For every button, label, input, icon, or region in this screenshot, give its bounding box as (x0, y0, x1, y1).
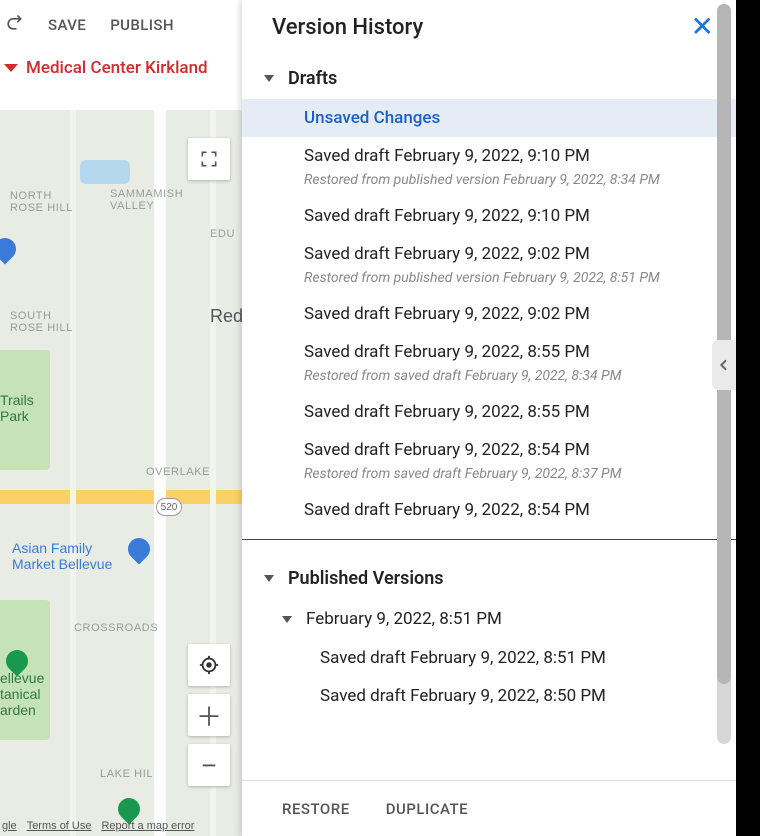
map-poi: ellevue tanical arden (0, 670, 44, 718)
editor-toolbar: SAVE PUBLISH (0, 0, 230, 50)
draft-entry[interactable]: Saved draft February 9, 2022, 9:10 PMRes… (242, 137, 736, 197)
draft-entry[interactable]: Saved draft February 9, 2022, 8:54 PM (242, 491, 736, 529)
restore-button[interactable]: RESTORE (282, 800, 350, 818)
map-label: SAMMAMISH VALLEY (110, 188, 183, 212)
draft-entry[interactable]: Saved draft February 9, 2022, 9:02 PMRes… (242, 235, 736, 295)
map-label: EDU (210, 228, 235, 240)
draft-entry[interactable]: Saved draft February 9, 2022, 8:54 PMRes… (242, 431, 736, 491)
map-label: CROSSROADS (74, 622, 158, 634)
draft-entry[interactable]: Saved draft February 9, 2022, 9:10 PM (242, 197, 736, 235)
section-title: Published Versions (288, 568, 444, 589)
draft-note: Restored from published version February… (304, 172, 736, 188)
map-label: LAKE HIL (100, 768, 153, 780)
section-title: Drafts (288, 68, 337, 89)
draft-note: Restored from saved draft February 9, 20… (304, 368, 736, 384)
draft-entry[interactable]: Saved draft February 9, 2022, 8:55 PM (242, 393, 736, 431)
published-children-list: Saved draft February 9, 2022, 8:51 PMSav… (242, 639, 736, 715)
attrib-link[interactable]: Terms of Use (27, 820, 92, 832)
section-drafts-header[interactable]: Drafts (242, 58, 736, 99)
panel-header: Version History ✕ (242, 0, 736, 54)
window-edge (736, 0, 760, 836)
fullscreen-icon[interactable] (188, 138, 230, 180)
close-icon[interactable]: ✕ (691, 13, 714, 41)
breadcrumb-title: Medical Center Kirkland (26, 58, 208, 78)
map-canvas[interactable]: NORTH ROSE HILL SAMMAMISH VALLEY EDU SOU… (0, 110, 242, 836)
published-child-entry[interactable]: Saved draft February 9, 2022, 8:51 PM (242, 639, 736, 677)
collapse-panel-icon[interactable] (712, 340, 736, 390)
draft-entry[interactable]: Saved draft February 9, 2022, 8:55 PMRes… (242, 333, 736, 393)
zoom-in-button[interactable]: ＋ (188, 694, 230, 736)
redo-icon[interactable] (4, 13, 24, 37)
published-child-entry[interactable]: Saved draft February 9, 2022, 8:50 PM (242, 677, 736, 715)
map-pin-icon[interactable] (0, 233, 21, 264)
map-pin-icon[interactable] (123, 533, 154, 564)
breadcrumb[interactable]: Medical Center Kirkland (4, 58, 208, 78)
draft-entry[interactable]: Saved draft February 9, 2022, 9:02 PM (242, 295, 736, 333)
map-poi: Trails Park (0, 392, 34, 424)
panel-footer: RESTORE DUPLICATE (242, 780, 736, 836)
map-poi: Asian Family Market Bellevue (12, 540, 112, 572)
version-history-panel: Version History ✕ Drafts Unsaved Changes… (242, 0, 736, 836)
published-version-row[interactable]: February 9, 2022, 8:51 PM (242, 599, 736, 639)
caret-down-icon (4, 64, 18, 72)
map-label: SOUTH ROSE HILL (10, 310, 73, 334)
map-water (80, 160, 130, 184)
section-published-header[interactable]: Published Versions (242, 558, 736, 599)
draft-note: Restored from published version February… (304, 270, 736, 286)
drafts-list: Unsaved ChangesSaved draft February 9, 2… (242, 99, 736, 529)
map-highway (0, 490, 242, 504)
draft-entry[interactable]: Unsaved Changes (242, 99, 736, 137)
hwy-shield: 520 (156, 498, 182, 516)
draft-note: Restored from saved draft February 9, 20… (304, 466, 736, 482)
zoom-out-button[interactable]: − (188, 744, 230, 786)
map-city-cut: Redm (210, 306, 242, 327)
map-attribution: gle Terms of Use Report a map error (2, 820, 194, 832)
caret-down-icon[interactable] (264, 75, 274, 82)
map-label: NORTH ROSE HILL (10, 190, 73, 214)
map-road (70, 110, 76, 836)
caret-down-icon[interactable] (282, 616, 292, 623)
map-label: OVERLAKE (146, 466, 210, 478)
save-button[interactable]: SAVE (48, 16, 86, 34)
attrib-link[interactable]: gle (2, 820, 17, 832)
caret-down-icon[interactable] (264, 575, 274, 582)
publish-button[interactable]: PUBLISH (110, 16, 174, 34)
panel-title: Version History (272, 15, 423, 40)
panel-body: Drafts Unsaved ChangesSaved draft Februa… (242, 54, 736, 780)
duplicate-button[interactable]: DUPLICATE (386, 800, 468, 818)
published-version-date: February 9, 2022, 8:51 PM (306, 609, 502, 629)
section-divider (242, 539, 736, 540)
locate-icon[interactable] (188, 644, 230, 686)
attrib-link[interactable]: Report a map error (101, 820, 194, 832)
